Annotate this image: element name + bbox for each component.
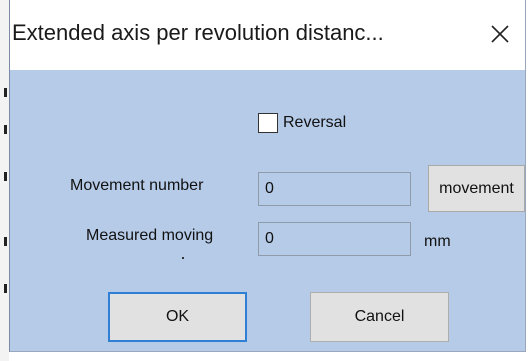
measured-moving-label: Measured moving	[86, 227, 214, 244]
movement-number-input[interactable]	[258, 172, 411, 206]
background-mark	[4, 172, 7, 181]
title-bar: Extended axis per revolution distanc...	[10, 0, 525, 70]
background-mark	[4, 125, 7, 134]
close-button[interactable]	[480, 14, 520, 54]
cancel-button[interactable]: Cancel	[310, 292, 449, 342]
background-window-edge	[0, 0, 9, 361]
screen: Extended axis per revolution distanc... …	[0, 0, 531, 361]
extended-axis-dialog: Extended axis per revolution distanc... …	[9, 0, 526, 352]
measured-moving-input[interactable]	[258, 222, 411, 256]
reversal-checkbox[interactable]	[258, 113, 278, 133]
dialog-body: Reversal Movement number movement Measur…	[10, 70, 525, 351]
movement-number-label: Movement number	[70, 177, 204, 194]
label-artifact	[182, 257, 184, 259]
ok-button[interactable]: OK	[108, 292, 247, 342]
reversal-checkbox-row[interactable]: Reversal	[258, 113, 346, 133]
close-icon	[491, 25, 509, 43]
unit-label: mm	[424, 233, 451, 250]
background-mark	[4, 284, 7, 293]
movement-button[interactable]: movement	[428, 165, 525, 212]
background-mark	[4, 237, 7, 246]
dialog-title: Extended axis per revolution distanc...	[12, 20, 384, 45]
reversal-label: Reversal	[283, 114, 347, 131]
background-mark	[4, 88, 7, 97]
